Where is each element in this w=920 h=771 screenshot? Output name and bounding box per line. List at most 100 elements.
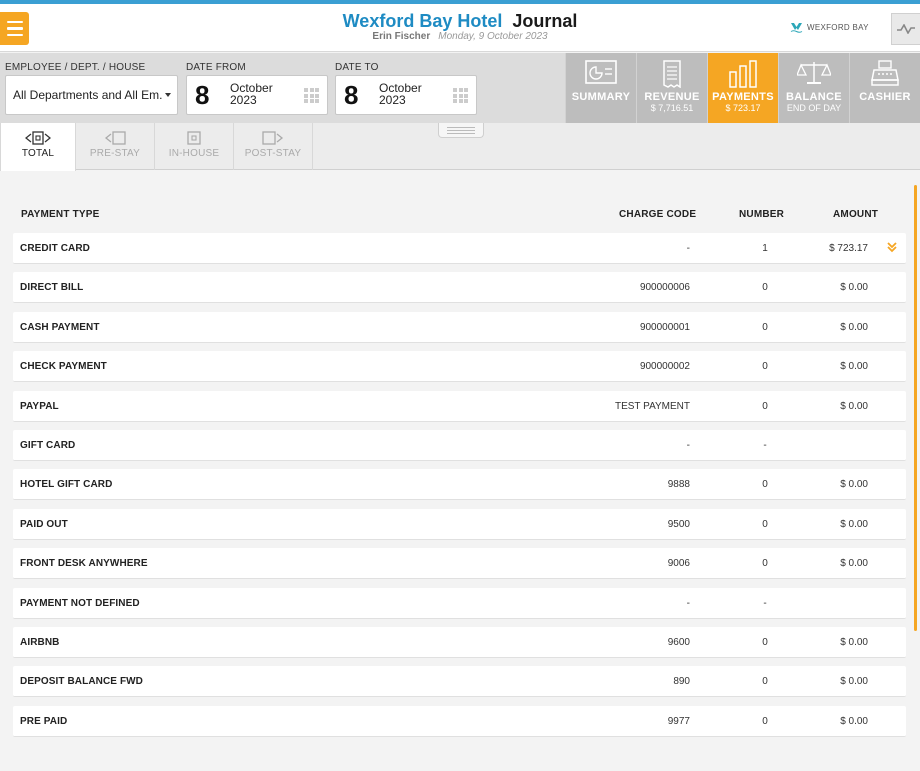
- number-cell: -: [763, 598, 767, 609]
- header-subline: Erin Fischer Monday, 9 October 2023: [0, 31, 920, 42]
- tab-revenue-amount: $ 7,716.51: [650, 103, 694, 113]
- number-cell: 0: [762, 401, 768, 412]
- journal-title: Journal: [512, 11, 578, 31]
- tab-payments-amount: $ 723.17: [725, 103, 761, 113]
- charge-code-cell: 9600: [667, 637, 690, 648]
- amount-cell: $ 0.00: [840, 322, 868, 333]
- table-row[interactable]: PRE PAID 9977 0 $ 0.00: [13, 706, 906, 737]
- brand-logo: WEXFORD BAY: [790, 21, 869, 33]
- amount-cell: $ 0.00: [840, 519, 868, 530]
- tab-in-house[interactable]: IN-HOUSE: [155, 123, 234, 170]
- payment-type-cell: CASH PAYMENT: [20, 322, 100, 333]
- activity-icon: [897, 24, 915, 34]
- table-row[interactable]: PAYPAL TEST PAYMENT 0 $ 0.00: [13, 391, 906, 422]
- header-number: NUMBER: [739, 209, 785, 220]
- calendar-grid-icon: [304, 88, 319, 103]
- wexford-bay-logo-icon: [790, 23, 803, 33]
- tab-post-stay-label: POST-STAY: [244, 148, 302, 159]
- number-cell: 0: [762, 361, 768, 372]
- balance-icon: [797, 62, 831, 84]
- app-header: Wexford Bay Hotel Journal Erin Fischer Mon…: [0, 4, 920, 52]
- amount-cell: $ 0.00: [840, 558, 868, 569]
- date-to-picker[interactable]: 8 October 2023: [335, 75, 477, 115]
- table-row[interactable]: DEPOSIT BALANCE FWD 890 0 $ 0.00: [13, 666, 906, 697]
- summary-icon: [585, 60, 617, 84]
- brand-label: WEXFORD BAY: [807, 22, 869, 32]
- amount-cell: $ 0.00: [840, 676, 868, 687]
- total-icon: [25, 131, 51, 145]
- cashier-icon: [871, 60, 899, 86]
- tab-payments-label: PAYMENTS: [712, 91, 774, 103]
- report-nav-tabs: SUMMARY REVENUE $ 7,716.51 PAYMENTS $ 72…: [565, 53, 920, 130]
- table-row[interactable]: AIRBNB 9600 0 $ 0.00: [13, 627, 906, 658]
- tab-post-stay[interactable]: POST-STAY: [234, 123, 313, 170]
- payment-type-cell: PAYMENT NOT DEFINED: [20, 598, 140, 609]
- expand-chevron-icon[interactable]: [887, 242, 897, 253]
- payment-type-cell: PAID OUT: [20, 519, 68, 530]
- charge-code-cell: 9888: [667, 479, 690, 490]
- revenue-icon: [663, 60, 681, 88]
- table-row[interactable]: CREDIT CARD - 1 $ 723.17: [13, 233, 906, 264]
- dropdown-caret-icon: [165, 93, 171, 97]
- payment-type-cell: GIFT CARD: [20, 440, 76, 451]
- charge-code-cell: 900000006: [639, 282, 690, 293]
- tab-in-house-label: IN-HOUSE: [168, 148, 220, 159]
- table-row[interactable]: DIRECT BILL 900000006 0 $ 0.00: [13, 272, 906, 303]
- payment-type-cell: DEPOSIT BALANCE FWD: [20, 676, 144, 687]
- amount-cell: $ 0.00: [840, 361, 868, 372]
- table-row[interactable]: FRONT DESK ANYWHERE 9006 0 $ 0.00: [13, 548, 906, 579]
- payment-type-cell: FRONT DESK ANYWHERE: [20, 558, 148, 569]
- tab-summary[interactable]: SUMMARY: [565, 53, 636, 123]
- payment-type-cell: DIRECT BILL: [20, 282, 84, 293]
- date-from-month-year: October 2023: [230, 82, 273, 106]
- amount-cell: $ 0.00: [840, 716, 868, 727]
- tab-total-label: TOTAL: [21, 148, 55, 159]
- table-row[interactable]: GIFT CARD - -: [13, 430, 906, 461]
- charge-code-cell: 900000001: [639, 322, 690, 333]
- amount-cell: $ 0.00: [840, 637, 868, 648]
- charge-code-cell: -: [686, 440, 690, 451]
- pre-stay-icon: [104, 131, 126, 145]
- tab-payments[interactable]: PAYMENTS $ 723.17: [707, 53, 778, 130]
- tab-cashier[interactable]: CASHIER: [849, 53, 920, 123]
- activity-button[interactable]: [891, 13, 920, 45]
- charge-code-cell: 9006: [667, 558, 690, 569]
- table-row[interactable]: PAYMENT NOT DEFINED - -: [13, 588, 906, 619]
- amount-cell: $ 0.00: [840, 401, 868, 412]
- post-stay-icon: [262, 131, 284, 145]
- number-cell: 1: [762, 243, 768, 254]
- table-row[interactable]: PAID OUT 9500 0 $ 0.00: [13, 509, 906, 540]
- charge-code-cell: 890: [673, 676, 690, 687]
- employee-department-select[interactable]: All Departments and All Em.: [5, 75, 178, 115]
- payment-type-cell: PAYPAL: [20, 401, 59, 412]
- employee-filter-label: EMPLOYEE / DEPT. / HOUSE: [5, 62, 146, 73]
- charge-code-cell: -: [686, 598, 690, 609]
- table-row[interactable]: HOTEL GIFT CARD 9888 0 $ 0.00: [13, 469, 906, 500]
- drawer-handle[interactable]: [438, 123, 484, 138]
- amount-cell: $ 0.00: [840, 282, 868, 293]
- tab-pre-stay[interactable]: PRE-STAY: [76, 123, 155, 170]
- payments-table: PAYMENT TYPE CHARGE CODE NUMBER AMOUNT C…: [0, 171, 920, 771]
- number-cell: 0: [762, 479, 768, 490]
- payment-type-cell: CHECK PAYMENT: [20, 361, 107, 372]
- tab-pre-stay-label: PRE-STAY: [89, 148, 141, 159]
- charge-code-cell: 900000002: [639, 361, 690, 372]
- tab-cashier-label: CASHIER: [859, 91, 911, 103]
- date-from-label: DATE FROM: [186, 62, 246, 73]
- date-from-picker[interactable]: 8 October 2023: [186, 75, 328, 115]
- date-from-day: 8: [195, 80, 210, 110]
- tab-total[interactable]: TOTAL: [0, 123, 76, 171]
- in-house-icon: [187, 131, 201, 145]
- date-from-year: 2023: [230, 93, 257, 107]
- number-cell: 0: [762, 676, 768, 687]
- tab-balance[interactable]: BALANCE END OF DAY: [778, 53, 849, 123]
- vertical-scrollbar[interactable]: [914, 185, 917, 631]
- table-row[interactable]: CHECK PAYMENT 900000002 0 $ 0.00: [13, 351, 906, 382]
- tab-revenue-label: REVENUE: [644, 91, 700, 103]
- number-cell: 0: [762, 519, 768, 530]
- user-name: Erin Fischer: [372, 31, 431, 42]
- payment-type-cell: PRE PAID: [20, 716, 68, 727]
- table-row[interactable]: CASH PAYMENT 900000001 0 $ 0.00: [13, 312, 906, 343]
- tab-revenue[interactable]: REVENUE $ 7,716.51: [636, 53, 707, 123]
- stay-filter-tabs: TOTAL PRE-STAY IN-HOUSE POST-STAY: [0, 123, 920, 171]
